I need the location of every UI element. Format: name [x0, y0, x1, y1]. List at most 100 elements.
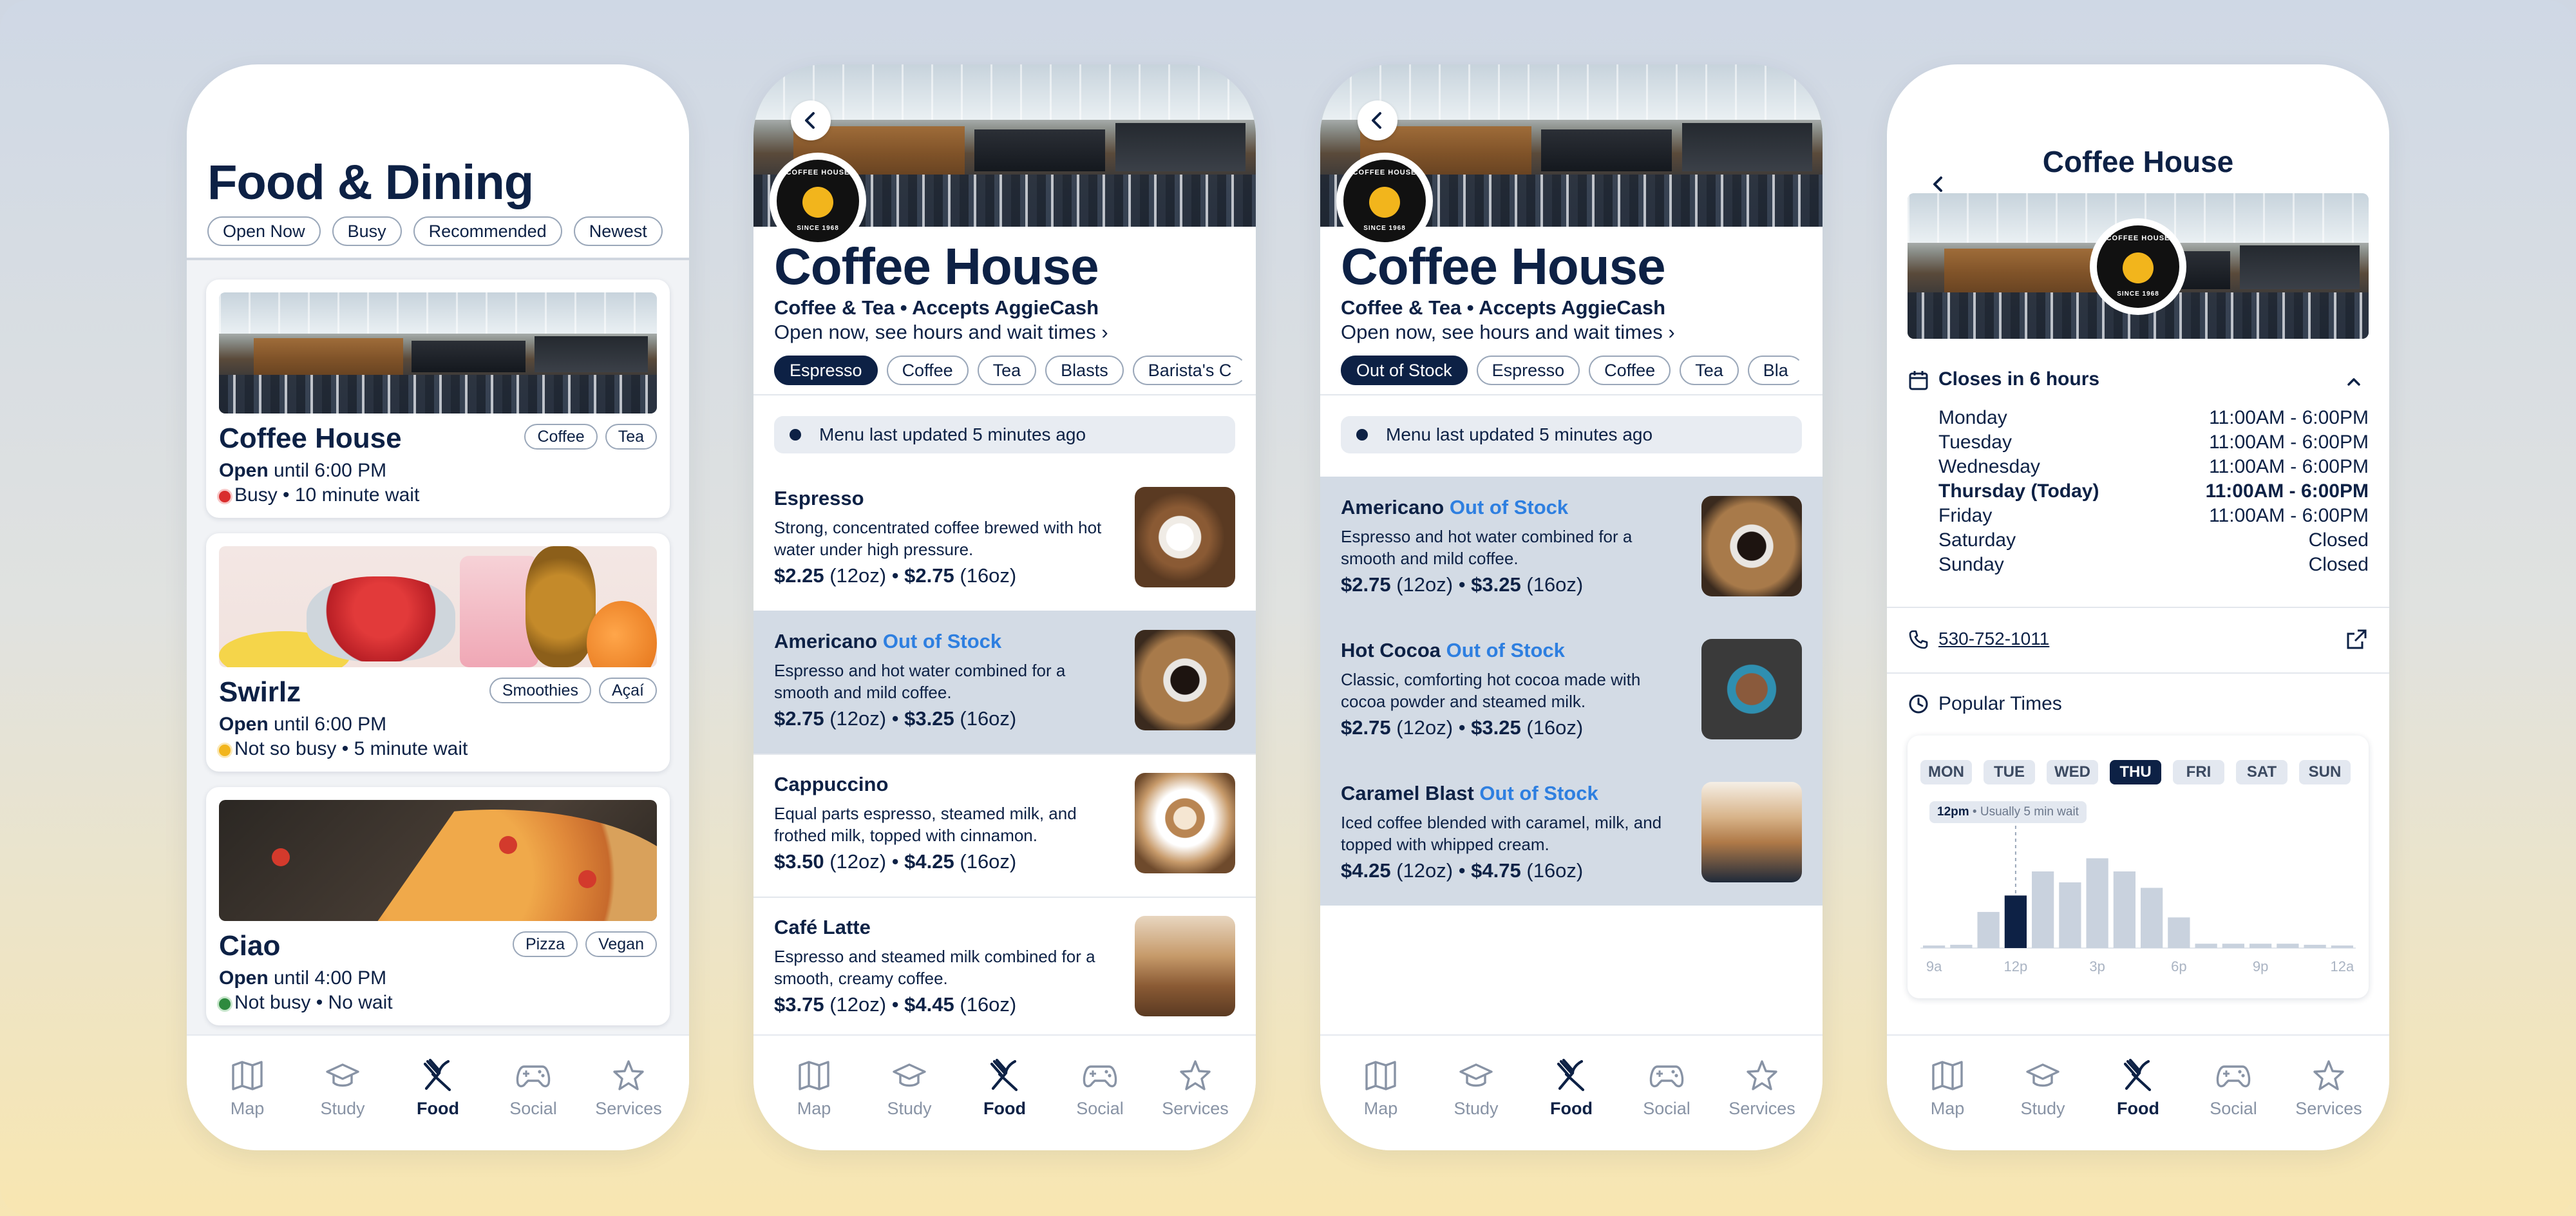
nav-social[interactable]: Social — [1625, 1036, 1709, 1150]
tab-blasts[interactable]: Blasts — [1045, 356, 1124, 385]
nav-social[interactable]: Social — [2192, 1036, 2275, 1150]
chart-bar-3p[interactable] — [2086, 858, 2108, 948]
chart-bar-10p[interactable] — [2277, 944, 2299, 948]
tab-espresso[interactable]: Espresso — [1476, 356, 1580, 385]
bottom-nav: Map Study Food Social Services — [753, 1034, 1256, 1150]
item-price: $2.25 (12oz) • $2.75 (16oz) — [774, 564, 1017, 587]
busy-text: Not busy • No wait — [234, 992, 393, 1013]
divider — [1320, 394, 1823, 395]
hours-link[interactable]: Open now, see hours and wait times › — [774, 321, 1108, 344]
hours-link-text: Open now, see hours and wait times — [774, 321, 1096, 343]
item-name: Café Latte — [774, 916, 871, 938]
gamepad-icon — [1083, 1065, 1117, 1088]
hours-row: Tuesday 11:00AM - 6:00PM — [1938, 432, 2369, 453]
status-dot-icon — [1356, 429, 1368, 441]
tab-tea[interactable]: Tea — [977, 356, 1037, 385]
phone-number-link[interactable]: 530-752-1011 — [1938, 629, 2049, 649]
busy-dot-icon — [219, 491, 231, 502]
filter-recommended[interactable]: Recommended — [413, 216, 562, 246]
chart-bar-1p[interactable] — [2032, 871, 2054, 948]
tab-out-of-stock[interactable]: Out of Stock — [1341, 356, 1468, 385]
place-card-ciao[interactable]: Ciao Pizza Vegan Open until 4:00 PM Not … — [206, 787, 670, 1025]
nav-map[interactable]: Map — [205, 1036, 289, 1150]
nav-food[interactable]: Food — [1530, 1036, 1613, 1150]
tab-baristas-choice[interactable]: Barista's C — [1132, 356, 1247, 385]
nav-food[interactable]: Food — [963, 1036, 1046, 1150]
chart-bar-9p[interactable] — [2249, 944, 2272, 948]
chart-bar-9a[interactable] — [1923, 945, 1946, 948]
nav-services[interactable]: Services — [1153, 1036, 1237, 1150]
chart-bar-5p[interactable] — [2141, 888, 2163, 949]
coffee-house-logo: COFFEE HOUSE SINCE 1968 — [1340, 156, 1430, 246]
nav-map[interactable]: Map — [1339, 1036, 1423, 1150]
nav-social[interactable]: Social — [1058, 1036, 1142, 1150]
nav-food[interactable]: Food — [396, 1036, 480, 1150]
hours-row: Saturday Closed — [1938, 529, 2369, 551]
chart-bar-2p[interactable] — [2059, 882, 2081, 948]
popular-times-tooltip: 12pm • Usually 5 min wait — [1929, 801, 2087, 823]
menu-item-cafe-latte[interactable]: Café Latte Espresso and steamed milk com… — [753, 897, 1256, 1041]
place-card-swirlz[interactable]: Swirlz Smoothies Açaí Open until 6:00 PM… — [206, 533, 670, 772]
menu-item-hot-cocoa[interactable]: Hot Cocoa Out of Stock Classic, comforti… — [1320, 620, 1823, 763]
chart-bar-8p[interactable] — [2222, 944, 2244, 948]
chevron-up-icon[interactable] — [2344, 372, 2363, 392]
day-fri[interactable]: FRI — [2173, 760, 2224, 784]
item-description: Espresso and hot water combined for a sm… — [1341, 527, 1633, 568]
chart-bar-6p[interactable] — [2168, 917, 2190, 948]
tab-blasts[interactable]: Bla — [1747, 356, 1804, 385]
back-button[interactable] — [791, 100, 831, 140]
item-price: $2.75 (12oz) • $3.25 (16oz) — [774, 707, 1017, 730]
coffee-house-logo: COFFEE HOUSE SINCE 1968 — [773, 156, 863, 246]
menu-item-cappuccino[interactable]: Cappuccino Equal parts espresso, steamed… — [753, 754, 1256, 898]
place-card-coffee-house[interactable]: Coffee House Coffee Tea Open until 6:00 … — [206, 280, 670, 518]
chart-bar-12a[interactable] — [2331, 945, 2353, 948]
nav-study[interactable]: Study — [2001, 1036, 2085, 1150]
hours-link[interactable]: Open now, see hours and wait times › — [1341, 321, 1675, 344]
nav-label: Study — [1454, 1099, 1499, 1118]
nav-study[interactable]: Study — [301, 1036, 384, 1150]
day-sat[interactable]: SAT — [2236, 760, 2287, 784]
menu-item-caramel-blast[interactable]: Caramel Blast Out of Stock Iced coffee b… — [1320, 763, 1823, 906]
nav-social[interactable]: Social — [491, 1036, 575, 1150]
nav-label: Food — [1550, 1099, 1593, 1118]
menu-item-espresso[interactable]: Espresso Strong, concentrated coffee bre… — [753, 468, 1256, 612]
nav-map[interactable]: Map — [1906, 1036, 1989, 1150]
nav-study[interactable]: Study — [867, 1036, 951, 1150]
item-price: $2.75 (12oz) • $3.25 (16oz) — [1341, 573, 1584, 596]
day-sun[interactable]: SUN — [2299, 760, 2351, 784]
nav-study[interactable]: Study — [1434, 1036, 1518, 1150]
shop-subtitle: Coffee & Tea • Accepts AggieCash — [774, 296, 1099, 319]
chart-bar-11a[interactable] — [1977, 911, 2000, 948]
graduation-cap-icon — [326, 1063, 359, 1087]
item-photo — [1701, 496, 1802, 596]
out-of-stock-label: Out of Stock — [1446, 639, 1565, 661]
back-button[interactable] — [1358, 100, 1397, 140]
filter-busy[interactable]: Busy — [332, 216, 402, 246]
nav-services[interactable]: Services — [587, 1036, 670, 1150]
day-tue[interactable]: TUE — [1984, 760, 2035, 784]
external-link-icon[interactable] — [2344, 627, 2369, 652]
busy-text: Not so busy • 5 minute wait — [234, 738, 468, 759]
nav-services[interactable]: Services — [2287, 1036, 2371, 1150]
tab-coffee[interactable]: Coffee — [1589, 356, 1671, 385]
menu-item-americano[interactable]: Americano Out of Stock Espresso and hot … — [1320, 477, 1823, 620]
item-price: $3.75 (12oz) • $4.45 (16oz) — [774, 993, 1017, 1016]
map-icon — [1932, 1061, 1963, 1090]
menu-item-americano[interactable]: Americano Out of Stock Espresso and hot … — [753, 611, 1256, 755]
nav-services[interactable]: Services — [1720, 1036, 1804, 1150]
tab-tea[interactable]: Tea — [1680, 356, 1739, 385]
nav-food[interactable]: Food — [2096, 1036, 2180, 1150]
chart-bar-11p[interactable] — [2304, 944, 2326, 948]
chart-bar-7p[interactable] — [2195, 944, 2217, 948]
chart-bar-12p[interactable] — [2004, 895, 2027, 948]
nav-map[interactable]: Map — [772, 1036, 856, 1150]
tab-espresso[interactable]: Espresso — [774, 356, 878, 385]
chart-bar-4p[interactable] — [2113, 871, 2136, 948]
chart-bar-10a[interactable] — [1950, 944, 1973, 948]
filter-open-now[interactable]: Open Now — [207, 216, 321, 246]
day-mon[interactable]: MON — [1920, 760, 1972, 784]
day-thu[interactable]: THU — [2110, 760, 2161, 784]
tab-coffee[interactable]: Coffee — [886, 356, 969, 385]
day-wed[interactable]: WED — [2047, 760, 2098, 784]
filter-newest[interactable]: Newest — [573, 216, 663, 246]
